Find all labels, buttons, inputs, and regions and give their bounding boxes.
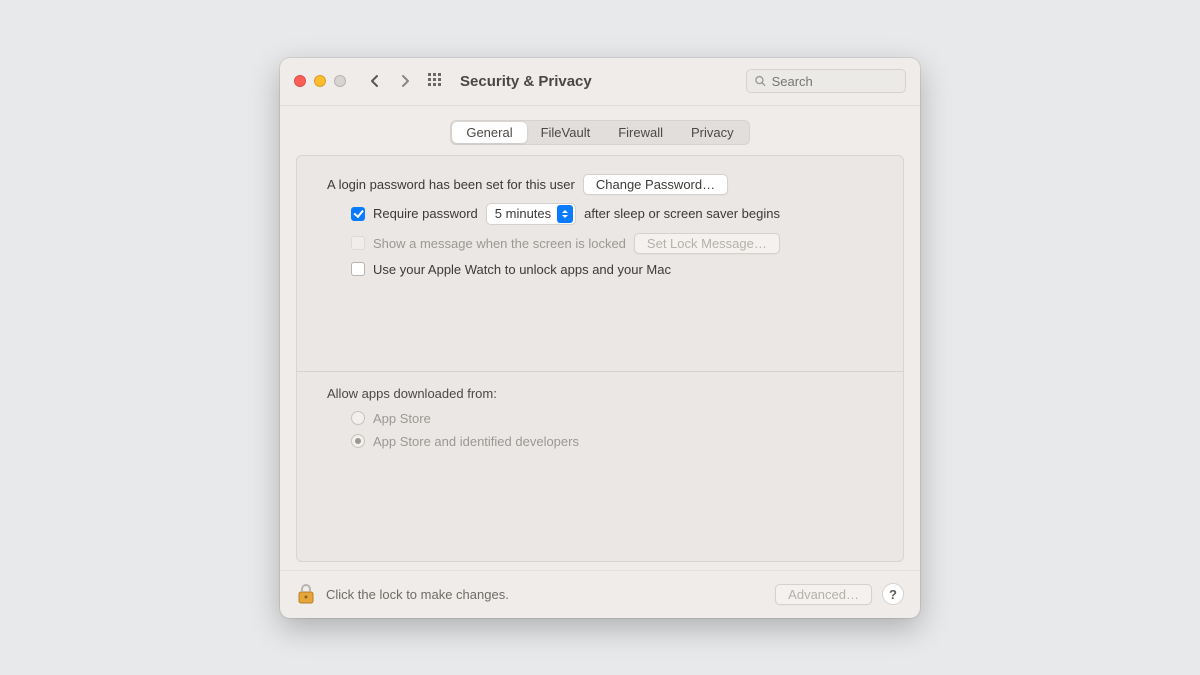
show-all-prefs-button[interactable]	[428, 73, 444, 89]
advanced-button[interactable]: Advanced…	[775, 584, 872, 605]
close-window-button[interactable]	[294, 75, 306, 87]
stepper-icon	[557, 205, 573, 223]
tab-general[interactable]: General	[452, 122, 526, 143]
radio-appstore	[351, 411, 365, 425]
traffic-lights	[294, 75, 346, 87]
titlebar: Security & Privacy	[280, 58, 920, 106]
login-password-label: A login password has been set for this u…	[327, 177, 575, 192]
window-title: Security & Privacy	[460, 73, 592, 90]
require-password-checkbox[interactable]	[351, 207, 365, 221]
body: General FileVault Firewall Privacy A log…	[280, 106, 920, 570]
divider	[297, 371, 903, 372]
lock-icon	[296, 583, 316, 605]
tab-firewall[interactable]: Firewall	[604, 122, 677, 143]
apple-watch-unlock-checkbox[interactable]	[351, 262, 365, 276]
radio-identified-devs	[351, 434, 365, 448]
show-lock-message-label: Show a message when the screen is locked	[373, 236, 626, 251]
allow-apps-heading: Allow apps downloaded from:	[327, 386, 877, 401]
change-password-button[interactable]: Change Password…	[583, 174, 728, 195]
lock-hint-text: Click the lock to make changes.	[326, 587, 509, 602]
show-lock-message-checkbox	[351, 236, 365, 250]
back-button[interactable]	[364, 67, 386, 95]
tab-bar: General FileVault Firewall Privacy	[450, 120, 749, 145]
radio-identified-devs-label: App Store and identified developers	[373, 434, 579, 449]
radio-appstore-label: App Store	[373, 411, 431, 426]
search-input[interactable]	[772, 74, 897, 89]
help-button[interactable]: ?	[882, 583, 904, 605]
require-password-label: Require password	[373, 206, 478, 221]
footer: Click the lock to make changes. Advanced…	[280, 570, 920, 618]
general-pane: A login password has been set for this u…	[296, 155, 904, 562]
require-password-suffix: after sleep or screen saver begins	[584, 206, 780, 221]
preferences-window: Security & Privacy General FileVault Fir…	[280, 58, 920, 618]
tab-filevault[interactable]: FileVault	[527, 122, 605, 143]
search-field[interactable]	[746, 69, 906, 93]
tab-privacy[interactable]: Privacy	[677, 122, 748, 143]
chevron-left-icon	[370, 74, 380, 88]
set-lock-message-button: Set Lock Message…	[634, 233, 780, 254]
forward-button[interactable]	[394, 67, 416, 95]
lock-button[interactable]	[296, 583, 316, 605]
search-icon	[755, 75, 766, 87]
require-password-delay-select[interactable]: 5 minutes	[486, 203, 576, 225]
chevron-right-icon	[400, 74, 410, 88]
minimize-window-button[interactable]	[314, 75, 326, 87]
apple-watch-unlock-label: Use your Apple Watch to unlock apps and …	[373, 262, 671, 277]
require-password-delay-value: 5 minutes	[495, 206, 551, 221]
zoom-window-button[interactable]	[334, 75, 346, 87]
grid-icon	[428, 73, 444, 89]
